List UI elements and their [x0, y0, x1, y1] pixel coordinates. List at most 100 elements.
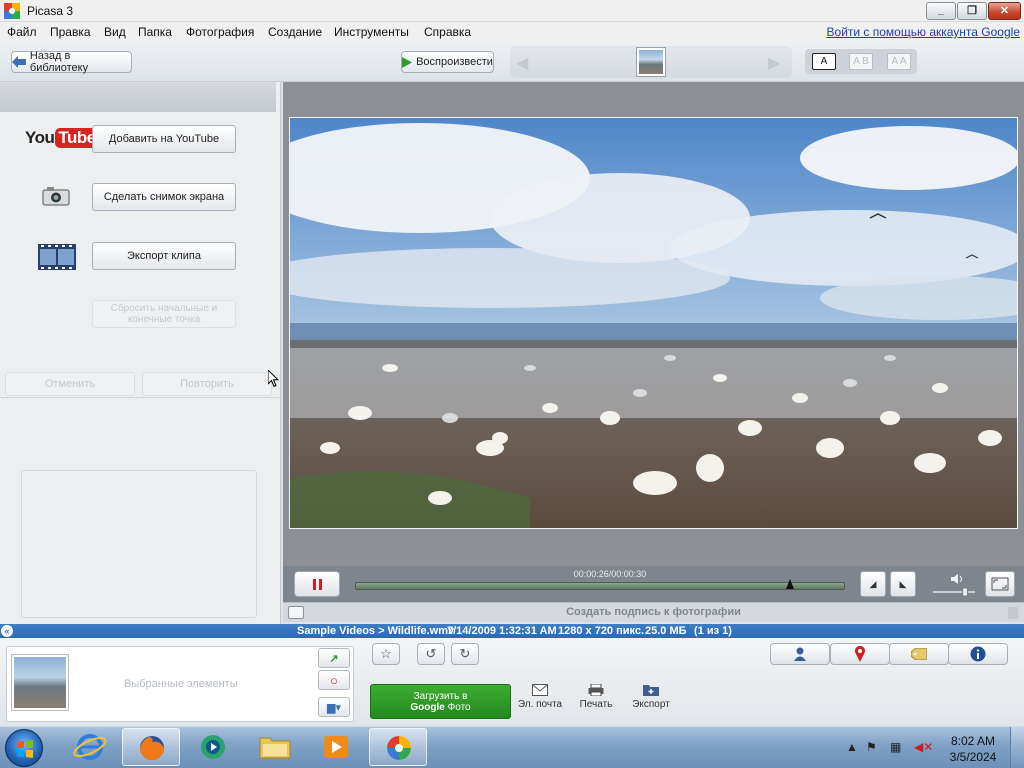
- minimize-button[interactable]: _: [926, 2, 956, 20]
- selection-thumbnail[interactable]: [12, 655, 68, 710]
- playhead-marker[interactable]: [786, 579, 795, 589]
- file-path: Sample Videos > Wildlife.wmv: [297, 625, 455, 637]
- close-button[interactable]: ✕: [988, 2, 1021, 20]
- menu-photo[interactable]: Фотография: [186, 25, 254, 39]
- back-to-library-label: Назад в библиотеку: [29, 50, 89, 74]
- add-to-youtube-button[interactable]: Добавить на YouTube: [92, 125, 236, 153]
- mouse-cursor-icon: [268, 370, 280, 388]
- camera-icon: [42, 187, 70, 206]
- taskbar-firefox[interactable]: [122, 728, 180, 766]
- tag-icon: [911, 648, 927, 660]
- start-button[interactable]: [5, 729, 43, 767]
- green-pin-icon: ↗: [329, 652, 339, 665]
- windows-logo-icon: [17, 740, 33, 758]
- upload-line2: Google: [410, 702, 445, 713]
- tags-button[interactable]: [889, 643, 949, 665]
- clear-selection-button[interactable]: ○: [318, 670, 350, 690]
- add-to-album-button[interactable]: ▆▾: [318, 697, 350, 717]
- play-label: Воспроизвести: [416, 56, 493, 68]
- email-action[interactable]: Эл. почта: [517, 684, 563, 710]
- trash-icon[interactable]: [1008, 607, 1018, 619]
- volume-muted-icon[interactable]: ◀✕: [914, 740, 933, 754]
- left-panel-divider: [0, 397, 280, 398]
- set-end-point-button[interactable]: ◣: [890, 571, 916, 597]
- show-desktop-button[interactable]: [1010, 727, 1024, 768]
- hold-selection-button[interactable]: ↗: [318, 648, 350, 668]
- internet-explorer-icon: [73, 734, 107, 760]
- progress-track[interactable]: [355, 579, 845, 590]
- star-button[interactable]: ☆: [372, 643, 400, 665]
- set-start-point-button[interactable]: ◢: [860, 571, 886, 597]
- prev-arrow-icon[interactable]: ◀: [516, 53, 528, 73]
- media-player-icon: [324, 736, 348, 758]
- export-action[interactable]: Экспорт: [630, 684, 672, 710]
- title-bar: Picasa 3 _ ❐ ✕: [0, 0, 1024, 22]
- properties-button[interactable]: [948, 643, 1008, 665]
- collapse-tray-icon[interactable]: «: [1, 625, 13, 637]
- menu-edit[interactable]: Правка: [50, 25, 91, 39]
- pause-icon: [313, 579, 316, 590]
- menu-tools[interactable]: Инструменты: [334, 25, 409, 39]
- export-folder-icon: [643, 685, 659, 696]
- taskbar-media-player[interactable]: [307, 728, 365, 766]
- menu-create[interactable]: Создание: [268, 25, 322, 39]
- left-panel-header: [0, 82, 276, 112]
- video-frame[interactable]: [289, 117, 1018, 529]
- taskbar-ie[interactable]: [61, 728, 119, 766]
- firefox-icon: [140, 736, 164, 760]
- people-button[interactable]: [770, 643, 830, 665]
- redo-button[interactable]: Повторить: [142, 372, 272, 396]
- maximize-button[interactable]: ❐: [957, 2, 987, 20]
- upload-google-photos-button[interactable]: Загрузить в Google Фото: [370, 684, 511, 719]
- network-icon[interactable]: ▦: [890, 740, 901, 754]
- pause-button[interactable]: [294, 571, 340, 597]
- rotate-right-button[interactable]: ↻: [451, 643, 479, 665]
- taskbar-media-center[interactable]: [184, 728, 242, 766]
- taskbar-explorer[interactable]: [246, 728, 304, 766]
- menu-folder[interactable]: Папка: [138, 25, 172, 39]
- caption-input[interactable]: Создать подпись к фотографии: [283, 606, 1024, 618]
- folder-icon: [259, 737, 291, 759]
- view-double-button[interactable]: A A: [887, 53, 911, 70]
- file-size: 25.0 МБ: [645, 625, 687, 637]
- geotag-button[interactable]: [830, 643, 890, 665]
- email-label: Эл. почта: [517, 699, 563, 710]
- filmstrip-thumbnail[interactable]: [637, 48, 665, 76]
- person-icon: [794, 647, 806, 661]
- action-center-flag-icon[interactable]: ⚑: [866, 740, 877, 754]
- youtube-logo: You Tube: [25, 128, 99, 148]
- menu-file[interactable]: Файл: [7, 25, 37, 39]
- take-screenshot-button[interactable]: Сделать снимок экрана: [92, 183, 236, 211]
- show-hidden-icons-icon[interactable]: ▲: [846, 740, 858, 754]
- system-clock[interactable]: 8:02 AM 3/5/2024: [945, 733, 1001, 765]
- view-single-button[interactable]: A: [812, 53, 836, 70]
- caption-bar: Создать подпись к фотографии: [283, 602, 1024, 622]
- selected-items-label: Выбранные элементы: [124, 678, 238, 690]
- export-clip-button[interactable]: Экспорт клипа: [92, 242, 236, 270]
- envelope-icon: [532, 684, 548, 696]
- rotate-left-icon: ↺: [425, 646, 437, 661]
- timecode: 00:00:26/00:00:30: [573, 569, 647, 579]
- menu-help[interactable]: Справка: [424, 25, 471, 39]
- clear-circle-icon: ○: [330, 672, 338, 688]
- undo-button[interactable]: Отменить: [5, 372, 135, 396]
- print-label: Печать: [579, 699, 613, 710]
- menu-view[interactable]: Вид: [104, 25, 126, 39]
- printer-icon: [588, 684, 604, 696]
- rotate-left-button[interactable]: ↺: [417, 643, 445, 665]
- volume-slider[interactable]: [933, 574, 975, 596]
- file-count: (1 из 1): [694, 625, 732, 637]
- back-to-library-button[interactable]: Назад в библиотеку: [11, 50, 132, 74]
- play-button[interactable]: Воспроизвести: [401, 51, 494, 73]
- taskbar-picasa[interactable]: [369, 728, 427, 766]
- next-arrow-icon[interactable]: ▶: [768, 53, 780, 73]
- picasa-icon: [387, 736, 411, 760]
- google-signin-link[interactable]: Войти с помощью аккаунта Google: [827, 25, 1020, 39]
- left-panel-empty-box: [21, 470, 257, 618]
- star-icon: ☆: [380, 646, 392, 661]
- print-action[interactable]: Печать: [577, 684, 615, 710]
- fullscreen-button[interactable]: [985, 571, 1015, 597]
- rotate-right-icon: ↻: [459, 646, 471, 661]
- reset-points-button[interactable]: Сбросить начальные и конечные точка: [92, 300, 236, 328]
- view-compare-button[interactable]: A B: [849, 53, 873, 70]
